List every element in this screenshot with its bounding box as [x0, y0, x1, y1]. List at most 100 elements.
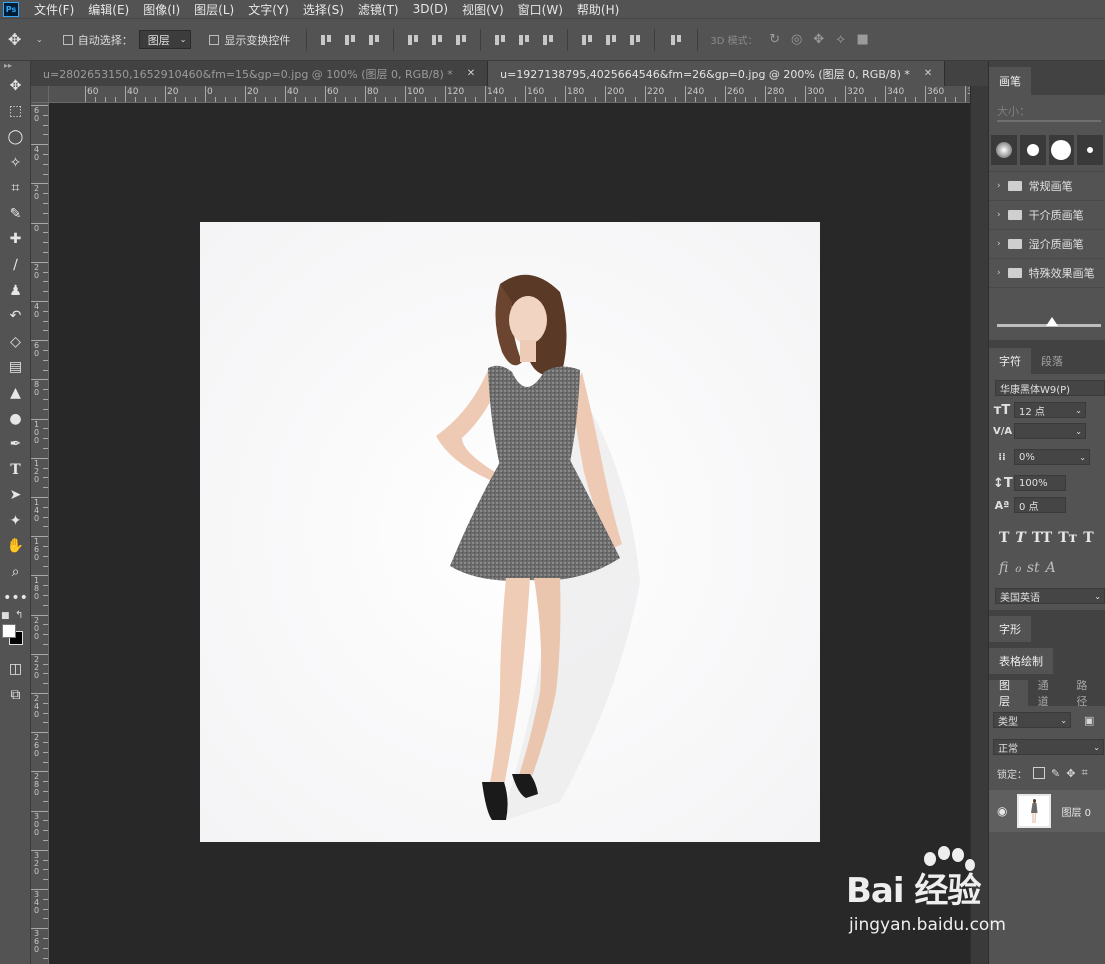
align-vcenter-icon[interactable] — [343, 33, 357, 47]
magic-wand-icon[interactable]: ✧ — [0, 150, 31, 176]
move-tool-icon[interactable]: ✥ — [0, 73, 31, 99]
pen-icon[interactable]: ✒ — [0, 431, 31, 457]
distribute-bottom-icon[interactable] — [541, 33, 555, 47]
more-tools-icon[interactable]: ••• — [0, 585, 31, 611]
brush-tip-partial[interactable] — [1077, 135, 1103, 165]
screen-mode-icon[interactable]: ⧉ — [0, 682, 31, 708]
3d-orbit-icon[interactable]: ↻ — [766, 32, 784, 47]
3d-roll-icon[interactable]: ◎ — [788, 32, 806, 47]
align-bottom-icon[interactable] — [367, 33, 381, 47]
menu-select[interactable]: 选择(S) — [296, 1, 351, 18]
tab-paragraph[interactable]: 段落 — [1031, 348, 1073, 374]
horizontal-ruler[interactable]: 60 40 20 0 20 40 60 80 100 120 140 160 180 200 220 240 2… — [49, 86, 970, 103]
distribute-vcenter-icon[interactable] — [517, 33, 531, 47]
faux-italic-button[interactable]: T — [1015, 530, 1025, 546]
brush-folder-special[interactable]: › 特殊效果画笔 — [989, 259, 1105, 288]
lock-artboard-icon[interactable]: ⌗ — [1081, 766, 1087, 780]
soft-brush-tip[interactable] — [991, 135, 1017, 165]
brush-folder-general[interactable]: › 常规画笔 — [989, 172, 1105, 201]
kerning-field[interactable]: ⌄ — [1014, 423, 1086, 439]
align-right-icon[interactable] — [454, 33, 468, 47]
tab-channels[interactable]: 通道 — [1028, 679, 1067, 708]
close-icon[interactable]: ✕ — [467, 68, 475, 79]
tab-brush[interactable]: 画笔 — [989, 67, 1031, 95]
eraser-icon[interactable]: ◇ — [0, 329, 31, 355]
image-filter-icon[interactable]: ▣ — [1084, 714, 1094, 727]
ruler-origin[interactable] — [31, 86, 49, 103]
hand-icon[interactable]: ✋ — [0, 534, 31, 560]
move-icon[interactable]: ✥ — [8, 30, 36, 49]
superscript-button[interactable]: T — [1083, 530, 1093, 546]
quick-mask-icon[interactable]: ◫ — [0, 656, 31, 682]
type-tool-icon[interactable]: T — [0, 457, 31, 483]
brush-size-slider[interactable] — [997, 120, 1101, 122]
baseline-shift-field[interactable]: 0 点 — [1014, 497, 1066, 513]
brush-folder-wet[interactable]: › 湿介质画笔 — [989, 230, 1105, 259]
menu-view[interactable]: 视图(V) — [455, 1, 511, 18]
lock-brush-icon[interactable]: ✎ — [1051, 767, 1060, 780]
history-brush-icon[interactable]: ↶ — [0, 303, 31, 329]
crop-icon[interactable]: ⌗ — [0, 175, 31, 201]
all-caps-button[interactable]: TT — [1032, 530, 1052, 546]
menu-help[interactable]: 帮助(H) — [570, 1, 626, 18]
hard-brush-tip-large[interactable] — [1048, 135, 1075, 165]
3d-camera-icon[interactable]: ■ — [854, 32, 872, 47]
brush-icon[interactable]: ∕ — [0, 252, 31, 278]
distribute-right-icon[interactable] — [628, 33, 642, 47]
tab-character[interactable]: 字符 — [989, 348, 1031, 374]
slider-thumb[interactable] — [1046, 317, 1058, 326]
hard-brush-tip-small[interactable] — [1019, 135, 1046, 165]
document-tab[interactable]: u=2802653150,1652910460&fm=15&gp=0.jpg @… — [31, 61, 489, 86]
menu-layer[interactable]: 图层(L) — [187, 1, 241, 18]
old-style-button[interactable]: ℴ — [1014, 560, 1020, 576]
gradient-icon[interactable]: ▤ — [0, 355, 31, 381]
faux-bold-button[interactable]: T — [999, 530, 1009, 546]
visibility-eye-icon[interactable]: ◉ — [997, 804, 1007, 818]
eyedropper-icon[interactable]: ✎ — [0, 201, 31, 227]
swap-colors-icon[interactable]: ↰ — [15, 610, 23, 621]
auto-align-icon[interactable] — [669, 33, 683, 47]
path-selection-icon[interactable]: ➤ — [0, 483, 31, 509]
tab-glyphs[interactable]: 字形 — [989, 616, 1031, 642]
3d-slide-icon[interactable]: ⟡ — [832, 32, 850, 47]
layer-filter-dropdown[interactable]: 类型 ⌄ — [993, 712, 1071, 728]
zoom-icon[interactable]: ⌕ — [0, 559, 31, 585]
clone-stamp-icon[interactable]: ♟ — [0, 278, 31, 304]
tracking-field[interactable]: 0% ⌄ — [1014, 449, 1090, 465]
distribute-top-icon[interactable] — [493, 33, 507, 47]
swash-button[interactable]: A — [1046, 560, 1056, 576]
dodge-icon[interactable]: ● — [0, 406, 31, 432]
custom-shape-icon[interactable]: ✦ — [0, 508, 31, 534]
close-icon[interactable]: ✕ — [924, 68, 932, 79]
lock-position-icon[interactable]: ✥ — [1066, 767, 1075, 780]
menu-3d[interactable]: 3D(D) — [406, 2, 455, 16]
foreground-color-swatch[interactable] — [2, 624, 16, 639]
menu-window[interactable]: 窗口(W) — [511, 1, 570, 18]
align-top-icon[interactable] — [319, 33, 333, 47]
distribute-hcenter-icon[interactable] — [604, 33, 618, 47]
lock-transparency-icon[interactable] — [1033, 767, 1045, 779]
small-caps-button[interactable]: Tт — [1058, 530, 1077, 546]
ligatures-button[interactable]: fi — [999, 560, 1008, 576]
blend-mode-dropdown[interactable]: 正常 ⌄ — [993, 739, 1104, 755]
document-tab-active[interactable]: u=1927138795,4025664546&fm=26&gp=0.jpg @… — [488, 61, 946, 86]
menu-type[interactable]: 文字(Y) — [241, 1, 296, 18]
tab-table-draw[interactable]: 表格绘制 — [989, 648, 1053, 674]
distribute-left-icon[interactable] — [580, 33, 594, 47]
lasso-icon[interactable]: ◯ — [0, 124, 31, 150]
brush-preview-slider[interactable] — [989, 304, 1105, 340]
3d-pan-icon[interactable]: ✥ — [810, 32, 828, 47]
healing-brush-icon[interactable]: ✚ — [0, 227, 31, 253]
default-colors-icon[interactable]: ■ — [1, 611, 10, 621]
font-family-field[interactable]: 华康黑体W9(P) — [995, 380, 1105, 396]
menu-edit[interactable]: 编辑(E) — [81, 1, 136, 18]
tab-paths[interactable]: 路径 — [1066, 679, 1105, 708]
align-hcenter-icon[interactable] — [430, 33, 444, 47]
vertical-ruler[interactable]: 60 40 20 0 20 40 60 80 100 120 140 160 180 200 220 240 2… — [31, 103, 49, 964]
blur-icon[interactable]: ▲ — [0, 380, 31, 406]
tab-layers[interactable]: 图层 — [989, 679, 1028, 708]
vertical-scrollbar[interactable] — [970, 86, 988, 964]
rectangular-marquee-icon[interactable]: ⬚ — [0, 99, 31, 125]
vertical-scale-field[interactable]: 100% — [1014, 475, 1066, 491]
auto-select-dropdown[interactable]: 图层 ⌄ — [138, 30, 192, 49]
